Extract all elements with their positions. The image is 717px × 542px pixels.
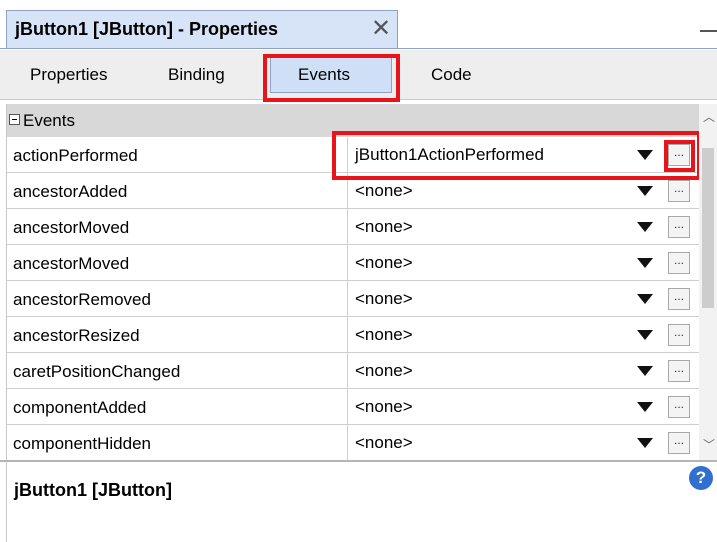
close-icon[interactable]: ✕ [371, 14, 391, 43]
property-name: ancestorMoved [13, 218, 130, 237]
column-divider [347, 389, 348, 425]
ellipsis-button[interactable]: ... [668, 324, 690, 346]
property-row[interactable]: caretPositionChanged <none> ... [7, 353, 700, 389]
ellipsis-button[interactable]: ... [668, 288, 690, 310]
sub-tab-bar: Properties Binding Events Code [0, 50, 717, 100]
property-row[interactable]: ancestorRemoved <none> ... [7, 281, 700, 317]
property-name: ancestorAdded [13, 182, 128, 201]
tab-strip-baseline [0, 48, 717, 49]
column-divider [347, 173, 348, 209]
scroll-down-icon[interactable]: ﹀ [703, 436, 715, 453]
chevron-down-icon[interactable] [637, 438, 653, 448]
property-name: ancestorMoved [13, 254, 130, 273]
property-value[interactable]: jButton1ActionPerformed [355, 145, 544, 165]
property-name: componentHidden [13, 434, 151, 453]
property-row[interactable]: ancestorAdded <none> ... [7, 173, 700, 209]
column-divider [347, 209, 348, 245]
chevron-down-icon[interactable] [637, 294, 653, 304]
scroll-up-icon[interactable]: ︿ [703, 108, 715, 125]
ellipsis-button[interactable]: ... [668, 252, 690, 274]
property-value[interactable]: <none> [355, 433, 413, 453]
column-divider [347, 353, 348, 389]
property-name: actionPerformed [13, 146, 138, 165]
chevron-down-icon[interactable] [637, 330, 653, 340]
ellipsis-button[interactable]: ... [668, 432, 690, 454]
ellipsis-button[interactable]: ... [668, 216, 690, 238]
property-row[interactable]: actionPerformed jButton1ActionPerformed … [7, 137, 700, 173]
column-divider [347, 425, 348, 460]
property-row[interactable]: ancestorResized <none> ... [7, 317, 700, 353]
properties-window-tab[interactable]: jButton1 [JButton] - Properties ✕ [6, 10, 398, 48]
scrollbar-thumb[interactable] [702, 148, 714, 308]
property-row[interactable]: componentHidden <none> ... [7, 425, 700, 460]
column-divider [347, 245, 348, 281]
chevron-down-icon[interactable] [637, 366, 653, 376]
minimize-icon[interactable] [700, 30, 717, 32]
property-row[interactable]: componentAdded <none> ... [7, 389, 700, 425]
category-label: Events [23, 111, 75, 130]
property-value[interactable]: <none> [355, 397, 413, 417]
property-row[interactable]: ancestorMoved <none> ... [7, 209, 700, 245]
ellipsis-button[interactable]: ... [668, 396, 690, 418]
property-value[interactable]: <none> [355, 361, 413, 381]
property-value[interactable]: <none> [355, 253, 413, 273]
chevron-down-icon[interactable] [637, 222, 653, 232]
chevron-down-icon[interactable] [637, 150, 653, 160]
property-name: ancestorResized [13, 326, 140, 345]
tab-events[interactable]: Events [298, 65, 350, 85]
ellipsis-button[interactable]: ... [668, 360, 690, 382]
chevron-down-icon[interactable] [637, 258, 653, 268]
column-divider [347, 281, 348, 317]
property-value[interactable]: <none> [355, 217, 413, 237]
component-title: jButton1 [JButton] [14, 480, 172, 500]
property-name: caretPositionChanged [13, 362, 181, 381]
category-row-events[interactable]: Events [7, 104, 700, 137]
chevron-down-icon[interactable] [637, 186, 653, 196]
column-divider [347, 137, 348, 173]
footer-border [6, 462, 7, 542]
window-tab-title: jButton1 [JButton] - Properties [15, 19, 278, 39]
tab-binding[interactable]: Binding [168, 65, 225, 85]
ellipsis-button[interactable]: ... [668, 180, 690, 202]
description-panel: jButton1 [JButton] ? [0, 462, 717, 542]
chevron-down-icon[interactable] [637, 402, 653, 412]
property-value[interactable]: <none> [355, 289, 413, 309]
tab-strip: jButton1 [JButton] - Properties ✕ [0, 0, 717, 50]
column-divider [347, 317, 348, 353]
vertical-scrollbar[interactable]: ︿ ﹀ [699, 104, 717, 460]
minus-box-icon[interactable] [9, 114, 20, 125]
property-value[interactable]: <none> [355, 181, 413, 201]
tab-code[interactable]: Code [431, 65, 472, 85]
property-sheet: Events actionPerformed jButton1ActionPer… [6, 104, 700, 460]
property-name: componentAdded [13, 398, 147, 417]
tab-properties[interactable]: Properties [30, 65, 107, 85]
ellipsis-button[interactable]: ... [668, 144, 690, 166]
property-name: ancestorRemoved [13, 290, 151, 309]
property-value[interactable]: <none> [355, 325, 413, 345]
property-row[interactable]: ancestorMoved <none> ... [7, 245, 700, 281]
help-icon[interactable]: ? [689, 466, 713, 490]
